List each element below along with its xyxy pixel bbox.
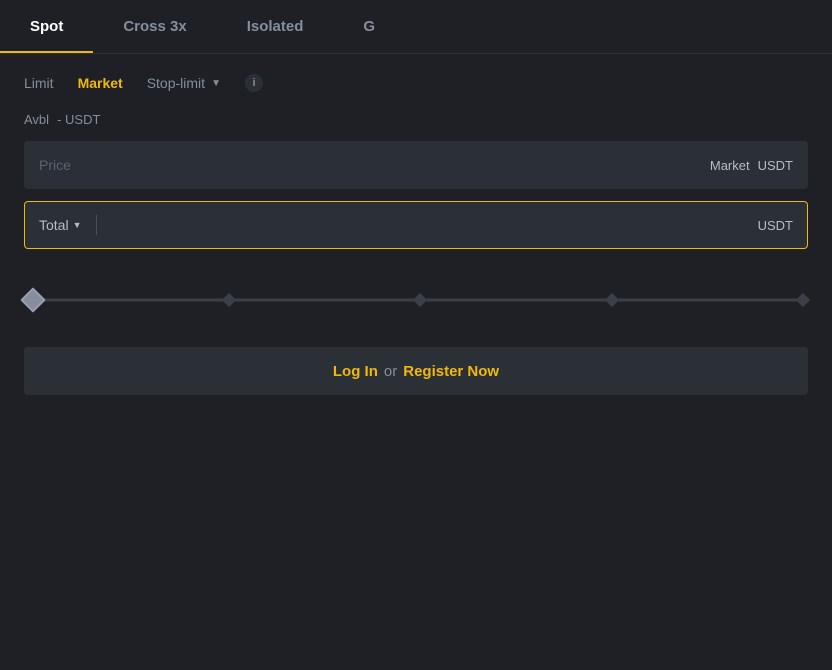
slider-dot-75 — [604, 293, 618, 307]
avbl-value: - USDT — [57, 112, 100, 127]
price-input-wrapper: Market USDT — [24, 141, 808, 189]
total-dropdown-icon: ▼ — [73, 220, 82, 230]
order-type-market[interactable]: Market — [78, 75, 123, 91]
or-text: or — [384, 363, 397, 380]
price-input[interactable] — [39, 157, 710, 173]
slider-dots-row — [24, 295, 808, 305]
tab-spot[interactable]: Spot — [0, 0, 93, 53]
slider-container — [0, 261, 832, 343]
order-type-row: Limit Market Stop-limit ▼ i — [0, 54, 832, 108]
trading-panel: Spot Cross 3x Isolated G Limit Market St… — [0, 0, 832, 399]
order-type-stop-limit[interactable]: Stop-limit — [147, 75, 205, 91]
info-icon[interactable]: i — [245, 74, 263, 92]
tab-cross3x[interactable]: Cross 3x — [93, 0, 216, 53]
order-type-limit[interactable]: Limit — [24, 75, 54, 91]
register-text: Register Now — [403, 363, 499, 380]
total-label[interactable]: Total ▼ — [39, 217, 82, 233]
slider-dot-100 — [796, 293, 810, 307]
login-register-row: Log In or Register Now — [0, 347, 832, 395]
login-text: Log In — [333, 363, 378, 380]
total-input-wrapper: Total ▼ USDT — [24, 201, 808, 249]
tab-g[interactable]: G — [333, 0, 405, 53]
stop-limit-dropdown-icon[interactable]: ▼ — [211, 78, 221, 89]
login-register-button[interactable]: Log In or Register Now — [24, 347, 808, 395]
price-currency: USDT — [758, 158, 793, 173]
slider-wrapper[interactable] — [24, 281, 808, 319]
avbl-label: Avbl — [24, 112, 49, 127]
tab-isolated[interactable]: Isolated — [217, 0, 334, 53]
total-divider — [96, 215, 97, 235]
avbl-row: Avbl - USDT — [0, 108, 832, 141]
total-input[interactable] — [111, 217, 758, 233]
slider-dot-25 — [221, 293, 235, 307]
total-currency: USDT — [758, 218, 793, 233]
slider-dot-50 — [413, 293, 427, 307]
slider-handle[interactable] — [20, 287, 45, 312]
tab-bar: Spot Cross 3x Isolated G — [0, 0, 832, 54]
price-market-label: Market — [710, 158, 750, 173]
order-type-stop-limit-wrapper: Stop-limit ▼ — [147, 75, 221, 91]
